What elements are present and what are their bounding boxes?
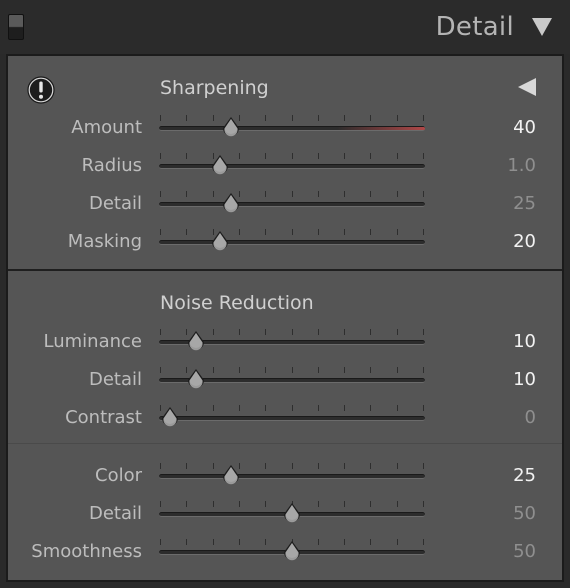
slider-value[interactable]: 10 xyxy=(513,369,536,390)
section-divider xyxy=(8,269,562,271)
slider-value[interactable]: 0 xyxy=(525,407,536,428)
slider-row-detail: Detail 25 xyxy=(8,189,562,219)
slider-label: Masking xyxy=(67,231,142,252)
slider-row-smoothness: Smoothness 50 xyxy=(8,537,562,567)
slider-value[interactable]: 10 xyxy=(513,331,536,352)
subsection-divider xyxy=(8,443,562,444)
slider-label: Amount xyxy=(71,117,142,138)
slider-track[interactable] xyxy=(159,474,425,479)
slider-label: Luminance xyxy=(43,331,142,352)
slider-label: Detail xyxy=(88,193,142,214)
slider-row-luminance: Luminance 10 xyxy=(8,327,562,357)
slider-thumb[interactable] xyxy=(281,540,303,564)
slider-tick-marks xyxy=(160,227,424,237)
slider-label: Color xyxy=(95,465,142,486)
slider-thumb[interactable] xyxy=(185,368,207,392)
slider-track[interactable] xyxy=(159,202,425,207)
slider-tick-marks xyxy=(160,189,424,199)
slider-label: Detail xyxy=(88,369,142,390)
triangle-left-icon[interactable] xyxy=(518,78,536,96)
slider-label: Radius xyxy=(81,155,142,176)
slider-label: Detail xyxy=(88,503,142,524)
slider-value[interactable]: 50 xyxy=(513,503,536,524)
slider-thumb[interactable] xyxy=(220,116,242,140)
slider-thumb[interactable] xyxy=(209,154,231,178)
slider-value[interactable]: 40 xyxy=(513,117,536,138)
slider-tick-marks xyxy=(160,403,424,413)
exclamation-circle-icon[interactable] xyxy=(27,76,55,104)
slider-value[interactable]: 1.0 xyxy=(507,155,536,176)
slider-value[interactable]: 25 xyxy=(513,465,536,486)
slider-thumb[interactable] xyxy=(159,406,181,430)
slider-thumb[interactable] xyxy=(185,330,207,354)
slider-label: Contrast xyxy=(65,407,142,428)
slider-thumb[interactable] xyxy=(281,502,303,526)
slider-tick-marks xyxy=(160,461,424,471)
slider-label: Smoothness xyxy=(31,541,142,562)
panel-title: Detail xyxy=(435,12,514,42)
slider-thumb[interactable] xyxy=(220,192,242,216)
slider-row-detail: Detail 10 xyxy=(8,365,562,395)
slider-track[interactable] xyxy=(159,416,425,421)
detail-panel-header[interactable]: Detail xyxy=(0,0,570,54)
slider-track[interactable] xyxy=(159,164,425,169)
slider-row-masking: Masking 20 xyxy=(8,227,562,257)
slider-thumb[interactable] xyxy=(209,230,231,254)
noise-reduction-section-title: Noise Reduction xyxy=(160,292,314,314)
slider-row-amount: Amount 40 xyxy=(8,113,562,143)
slider-track[interactable] xyxy=(159,240,425,245)
slider-tick-marks xyxy=(160,151,424,161)
slider-value[interactable]: 25 xyxy=(513,193,536,214)
slider-tick-marks xyxy=(160,113,424,123)
slider-value[interactable]: 20 xyxy=(513,231,536,252)
slider-track[interactable] xyxy=(159,126,425,131)
slider-row-color: Color 25 xyxy=(8,461,562,491)
detail-panel: Sharpening Amount 40 Radius 1.0 Detail 25 Mask… xyxy=(6,54,564,582)
slider-row-detail: Detail 50 xyxy=(8,499,562,529)
triangle-down-icon[interactable] xyxy=(532,18,552,36)
slider-row-radius: Radius 1.0 xyxy=(8,151,562,181)
panel-toggle-switch[interactable] xyxy=(8,14,24,40)
sharpening-section-title: Sharpening xyxy=(160,77,269,99)
slider-value[interactable]: 50 xyxy=(513,541,536,562)
slider-row-contrast: Contrast 0 xyxy=(8,403,562,433)
slider-thumb[interactable] xyxy=(220,464,242,488)
